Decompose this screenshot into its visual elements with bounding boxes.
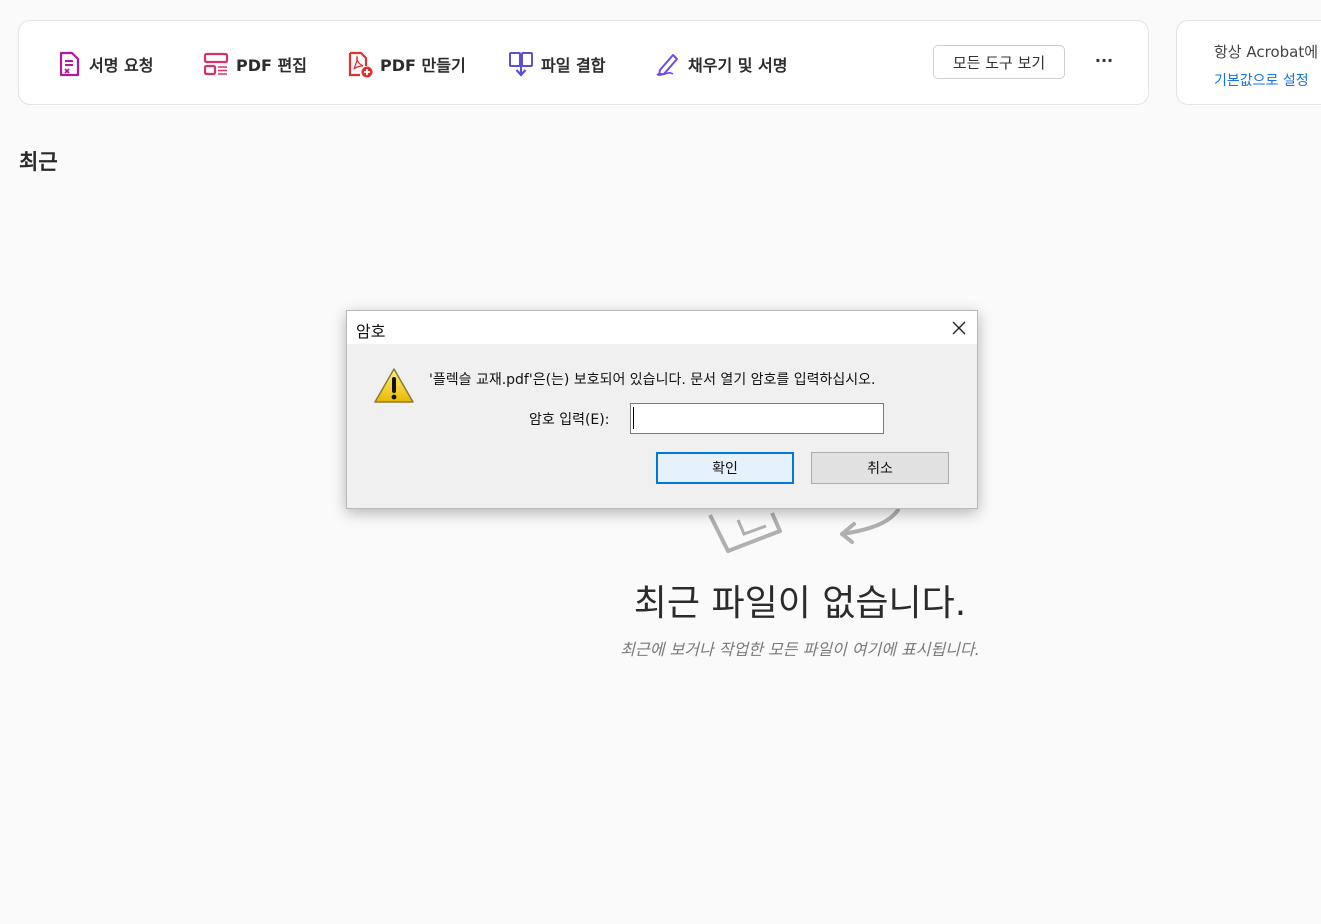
dialog-titlebar: 암호 xyxy=(347,311,977,344)
password-dialog: 암호 '플렉슬 교재.pdf'은(는) 보호되어 있습니다. 문서 열기 암호를… xyxy=(346,310,978,509)
request-signature-tool[interactable]: 서명 요청 xyxy=(55,50,153,78)
cancel-button[interactable]: 취소 xyxy=(811,452,949,484)
create-pdf-tool[interactable]: PDF 만들기 xyxy=(346,50,466,78)
dialog-title: 암호 xyxy=(356,322,386,341)
view-all-tools-button[interactable]: 모든 도구 보기 xyxy=(933,45,1065,79)
recent-section-title: 최근 xyxy=(19,150,58,174)
tools-toolbar: 서명 요청 PDF 편집 PDF 만들기 파일 결합 채우기 및 서명 모든 도… xyxy=(18,20,1149,105)
text-caret xyxy=(633,407,634,429)
combine-files-icon xyxy=(507,50,535,78)
set-default-link[interactable]: 기본값으로 설정 xyxy=(1214,70,1309,90)
password-input[interactable] xyxy=(630,403,884,434)
create-pdf-icon xyxy=(346,50,374,78)
dialog-message: '플렉슬 교재.pdf'은(는) 보호되어 있습니다. 문서 열기 암호를 입력… xyxy=(429,372,876,388)
default-app-card: 항상 Acrobat에 기본값으로 설정 xyxy=(1176,20,1321,105)
ok-button[interactable]: 확인 xyxy=(656,452,794,484)
warning-icon xyxy=(373,367,415,405)
request-signature-icon xyxy=(55,50,83,78)
create-pdf-label: PDF 만들기 xyxy=(380,56,466,75)
combine-files-label: 파일 결합 xyxy=(541,56,606,75)
edit-pdf-tool[interactable]: PDF 편집 xyxy=(202,50,307,78)
password-label: 암호 입력(E): xyxy=(529,412,610,428)
default-app-text: 항상 Acrobat에 xyxy=(1214,43,1319,61)
edit-pdf-icon xyxy=(202,50,230,78)
combine-files-tool[interactable]: 파일 결합 xyxy=(507,50,605,78)
edit-pdf-label: PDF 편집 xyxy=(236,56,307,75)
more-options-icon[interactable]: ··· xyxy=(1091,51,1117,75)
fill-sign-icon xyxy=(654,50,682,78)
close-icon[interactable] xyxy=(948,318,970,338)
fill-sign-tool[interactable]: 채우기 및 서명 xyxy=(654,50,787,78)
empty-state-subtitle: 최근에 보거나 작업한 모든 파일이 여기에 표시됩니다. xyxy=(620,640,980,659)
empty-state-title: 최근 파일이 없습니다. xyxy=(633,583,967,624)
request-signature-label: 서명 요청 xyxy=(89,56,154,75)
fill-sign-label: 채우기 및 서명 xyxy=(688,56,788,75)
